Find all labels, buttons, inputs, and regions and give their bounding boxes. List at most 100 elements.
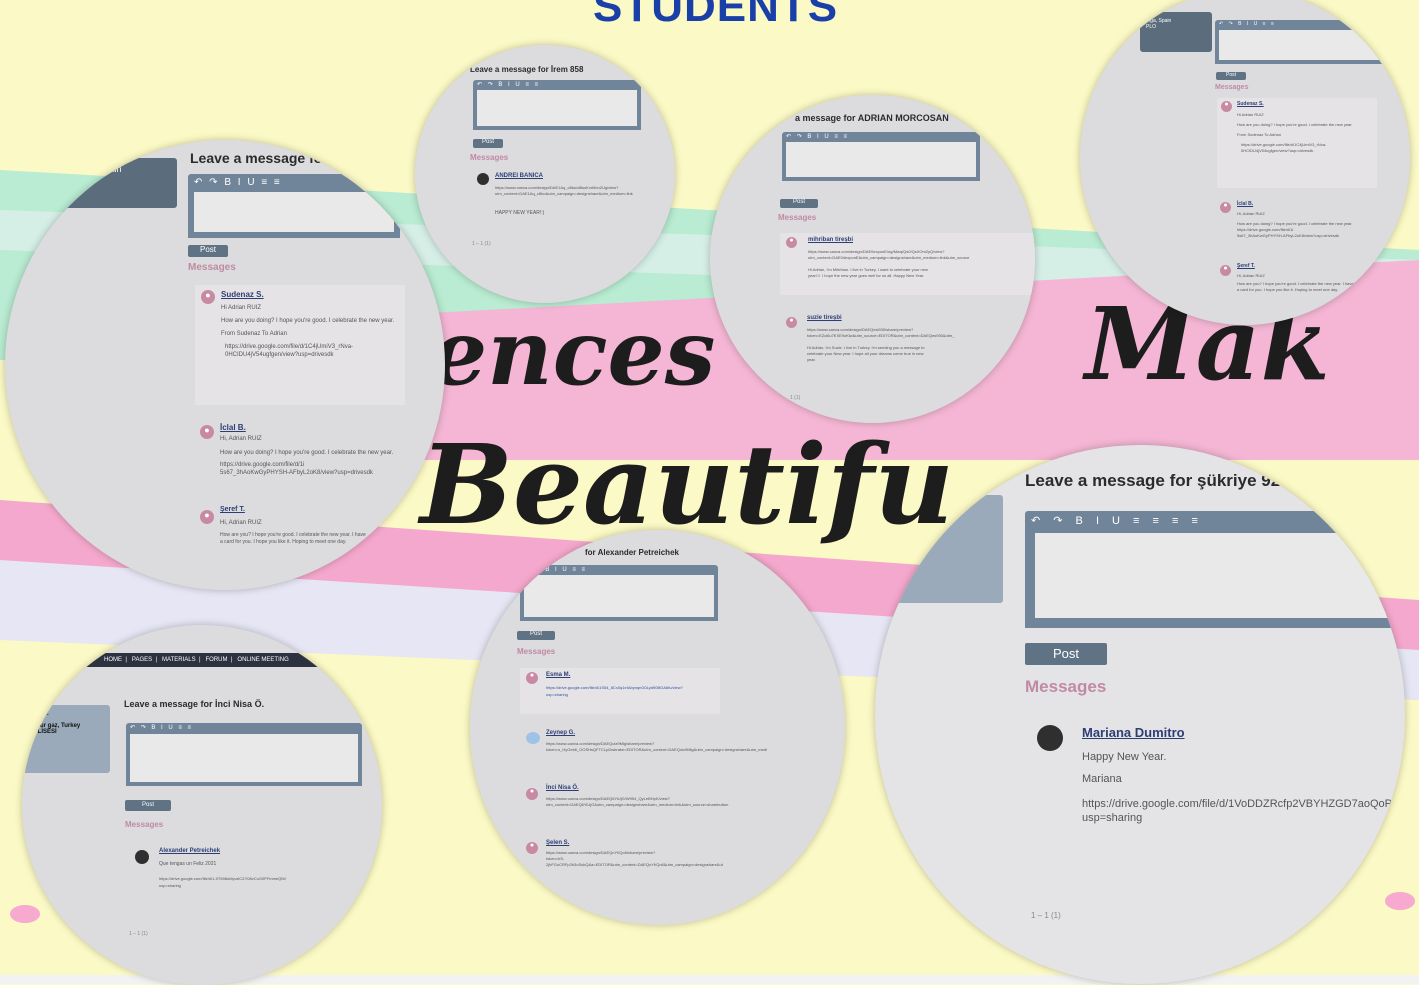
message-author[interactable]: Şeref T. bbox=[220, 506, 245, 513]
post-button[interactable]: Post bbox=[188, 245, 228, 257]
message-line: https://drive.google.com/file/d/1i bbox=[1237, 227, 1294, 232]
message-line[interactable]: usp=sharing bbox=[546, 692, 568, 697]
editor-toolbar[interactable]: ↶ ↷ B I U ≡ ≡ bbox=[782, 132, 980, 142]
message-author[interactable]: mihriban tireşbi bbox=[808, 237, 853, 243]
nav-pages[interactable]: PAGES bbox=[132, 657, 152, 663]
message-textarea[interactable] bbox=[188, 192, 400, 238]
message-textarea[interactable] bbox=[126, 734, 362, 786]
message-author[interactable]: Sudenaz S. bbox=[221, 290, 264, 299]
avatar-icon: ● bbox=[526, 788, 538, 800]
messages-heading: Messages bbox=[1025, 677, 1107, 696]
message-form-heading: a message for ADRIAN MORCOSAN bbox=[795, 113, 949, 123]
post-button[interactable]: Post bbox=[780, 199, 818, 208]
pager: 1 – 1 (1) bbox=[1031, 911, 1061, 920]
post-button[interactable]: Post bbox=[125, 800, 171, 811]
messages-heading: Messages bbox=[1215, 84, 1249, 91]
message-line: 5s67_3hAoKwGyPHYSH-AFbyL2oK8/view?usp=dr… bbox=[220, 470, 373, 476]
sidebar-profile: Nisa Ö. al elebur gaz, Turkey AZ LİSESİ bbox=[22, 705, 110, 773]
post-button[interactable]: Post bbox=[517, 631, 555, 640]
sidebar-profile: key z Anadolu bbox=[875, 495, 1003, 603]
message-line: usp=sharing bbox=[159, 883, 181, 888]
message-card: ● Sudenaz S. Hi Adrian RUIZ How are you … bbox=[195, 285, 405, 405]
message-author[interactable]: Sudenaz S. bbox=[1237, 101, 1264, 107]
editor-toolbar[interactable]: ↶ ↷ B I U ≡ ≡ ≡ ≡ bbox=[1025, 511, 1397, 533]
photo-sukriye: key z Anadolu Leave a message for şükriy… bbox=[875, 445, 1405, 984]
message-line: a card for you. I hope you like it. Hopi… bbox=[1237, 287, 1339, 292]
message-line: https://www.canva.com/design/DAEQesi930/… bbox=[807, 327, 914, 332]
message-form-heading: Leave a message for şükriye 920 bbox=[1025, 471, 1290, 490]
post-button[interactable]: Post bbox=[473, 139, 503, 148]
message-author[interactable]: suzie tireşbi bbox=[807, 315, 842, 321]
message-line: From Sudenaz To Adrian bbox=[1237, 132, 1281, 137]
message-author[interactable]: Alexander Petreichek bbox=[159, 848, 220, 854]
message-author[interactable]: Esma M. bbox=[546, 672, 570, 678]
photo-irem: Leave a message for İrem 858 ↶ ↷ B I U ≡… bbox=[415, 45, 675, 303]
message-line: https://drive.google.com/file/d/1-0T698o… bbox=[159, 876, 286, 881]
message-line: token=s_HyGeb6_OOSHsQFTCLpDwbrake=EDITOR… bbox=[546, 747, 767, 752]
message-line: year. bbox=[807, 357, 816, 362]
message-form-heading: Leave a message for İnci Nisa Ö. bbox=[124, 699, 265, 709]
nav-materials[interactable]: MATERIALS bbox=[162, 657, 196, 663]
site-nav: HOME | PAGES | MATERIALS | FORUM | ONLIN… bbox=[22, 653, 382, 667]
message-line: https://drive.google.com/file/d/1C4jUmiV… bbox=[225, 344, 354, 350]
message-author[interactable]: Zeynep G. bbox=[546, 730, 575, 736]
message-card: ● mihriban tireşbi https://www.canva.com… bbox=[780, 233, 1035, 295]
pager: 1 – 1 (1) bbox=[129, 931, 148, 937]
editor-toolbar[interactable]: ↶ ↷ B I U ≡ ≡ bbox=[520, 565, 718, 575]
message-line: token=bS- bbox=[546, 856, 565, 861]
photo-adrian-left: ...nga, Spain PLO Leave a message for Ad… bbox=[5, 140, 445, 590]
messages-heading: Messages bbox=[188, 262, 236, 273]
message-line: How are you? I hope you're good. I celeb… bbox=[1237, 281, 1354, 286]
photo-alexander: for Alexander Petreichek ↶ ↷ B I U ≡ ≡ P… bbox=[470, 530, 845, 925]
message-timestamp: 16:58 bbox=[1367, 868, 1388, 877]
message-author[interactable]: ANDREI BANICA bbox=[495, 173, 543, 179]
messages-heading: Messages bbox=[517, 647, 556, 656]
message-line: Que tengas un Feliz 2021 bbox=[159, 861, 217, 867]
pager: 1 – 1 (1) bbox=[472, 241, 491, 247]
message-textarea[interactable] bbox=[520, 575, 718, 621]
message-line: Hi, Adrian RUIZ bbox=[220, 436, 262, 442]
message-line: https://drive.google.com/file/d/1VoDDZRc… bbox=[1082, 798, 1392, 810]
photo-inci: HOME | PAGES | MATERIALS | FORUM | ONLIN… bbox=[22, 625, 382, 985]
message-textarea[interactable] bbox=[1025, 533, 1405, 628]
message-author[interactable]: İclal B. bbox=[220, 423, 246, 432]
message-line: a card for you. I hope you like it. Hopi… bbox=[220, 539, 347, 545]
message-line: How are you doing? I hope you're good. I… bbox=[1237, 221, 1353, 226]
avatar-photo bbox=[135, 850, 149, 864]
nav-online-meeting[interactable]: ONLINE MEETING bbox=[237, 657, 288, 663]
message-line: usp=sharing bbox=[1082, 812, 1143, 824]
pager: 1 (1) bbox=[790, 395, 801, 401]
message-form-heading: Leave a message for İrem 858 bbox=[470, 65, 584, 74]
message-author[interactable]: Şeref T. bbox=[1237, 263, 1255, 269]
message-textarea[interactable] bbox=[1215, 30, 1393, 64]
avatar-icon: ● bbox=[526, 672, 538, 684]
message-line: utm_content=DAE1Aq_c8bo&utm_campaign=des… bbox=[495, 191, 633, 196]
avatar-icon: ● bbox=[786, 317, 797, 328]
editor-toolbar[interactable]: ↶ ↷ B I U ≡ ≡ bbox=[1215, 20, 1393, 30]
post-button[interactable]: Post bbox=[1025, 643, 1107, 665]
message-author[interactable]: İnci Nisa Ö. bbox=[546, 785, 579, 791]
message-line: https://www.canva.com/design/DAEQ6YiUjG/… bbox=[546, 796, 670, 801]
message-line: 0HCIDU4jV54ugfgen/view?usp=drivesdk bbox=[1241, 148, 1314, 153]
message-line[interactable]: https://drive.google.com/file/d/1S54_8Cx… bbox=[546, 685, 683, 690]
message-line: 2jhFGoCRFp2b3oSukQ&a=EDITOR&utm_content=… bbox=[546, 862, 723, 867]
message-line: How are you doing? I hope you're good. I… bbox=[220, 450, 394, 456]
avatar-icon: ● bbox=[1221, 101, 1232, 112]
post-button[interactable]: Post bbox=[1216, 72, 1246, 80]
message-textarea[interactable] bbox=[782, 142, 980, 181]
editor-toolbar[interactable]: ↶ ↷ B I U ≡ ≡ bbox=[188, 174, 400, 192]
message-author[interactable]: Şelen S. bbox=[546, 840, 569, 846]
message-line: Mariana bbox=[1082, 773, 1122, 785]
message-line: utm_content=DAE04exponE&utm_campaign=des… bbox=[808, 255, 970, 260]
message-line: token=EZcl6u7EXE9oKlw&utm_source=EDITOR&… bbox=[807, 333, 955, 338]
message-author[interactable]: İclal B. bbox=[1237, 201, 1253, 207]
editor-toolbar[interactable]: ↶ ↷ B I U ≡ ≡ bbox=[473, 80, 641, 90]
message-line: Hi, Adrian RUIZ bbox=[220, 520, 262, 526]
avatar-photo bbox=[526, 732, 540, 744]
message-textarea[interactable] bbox=[473, 90, 641, 130]
message-author[interactable]: Mariana Dumitro bbox=[1082, 725, 1185, 740]
nav-forum[interactable]: FORUM bbox=[206, 657, 228, 663]
editor-toolbar[interactable]: ↶ ↷ B I U ≡ ≡ bbox=[126, 723, 362, 734]
avatar-icon: ● bbox=[526, 842, 538, 854]
nav-home[interactable]: HOME bbox=[104, 657, 122, 663]
